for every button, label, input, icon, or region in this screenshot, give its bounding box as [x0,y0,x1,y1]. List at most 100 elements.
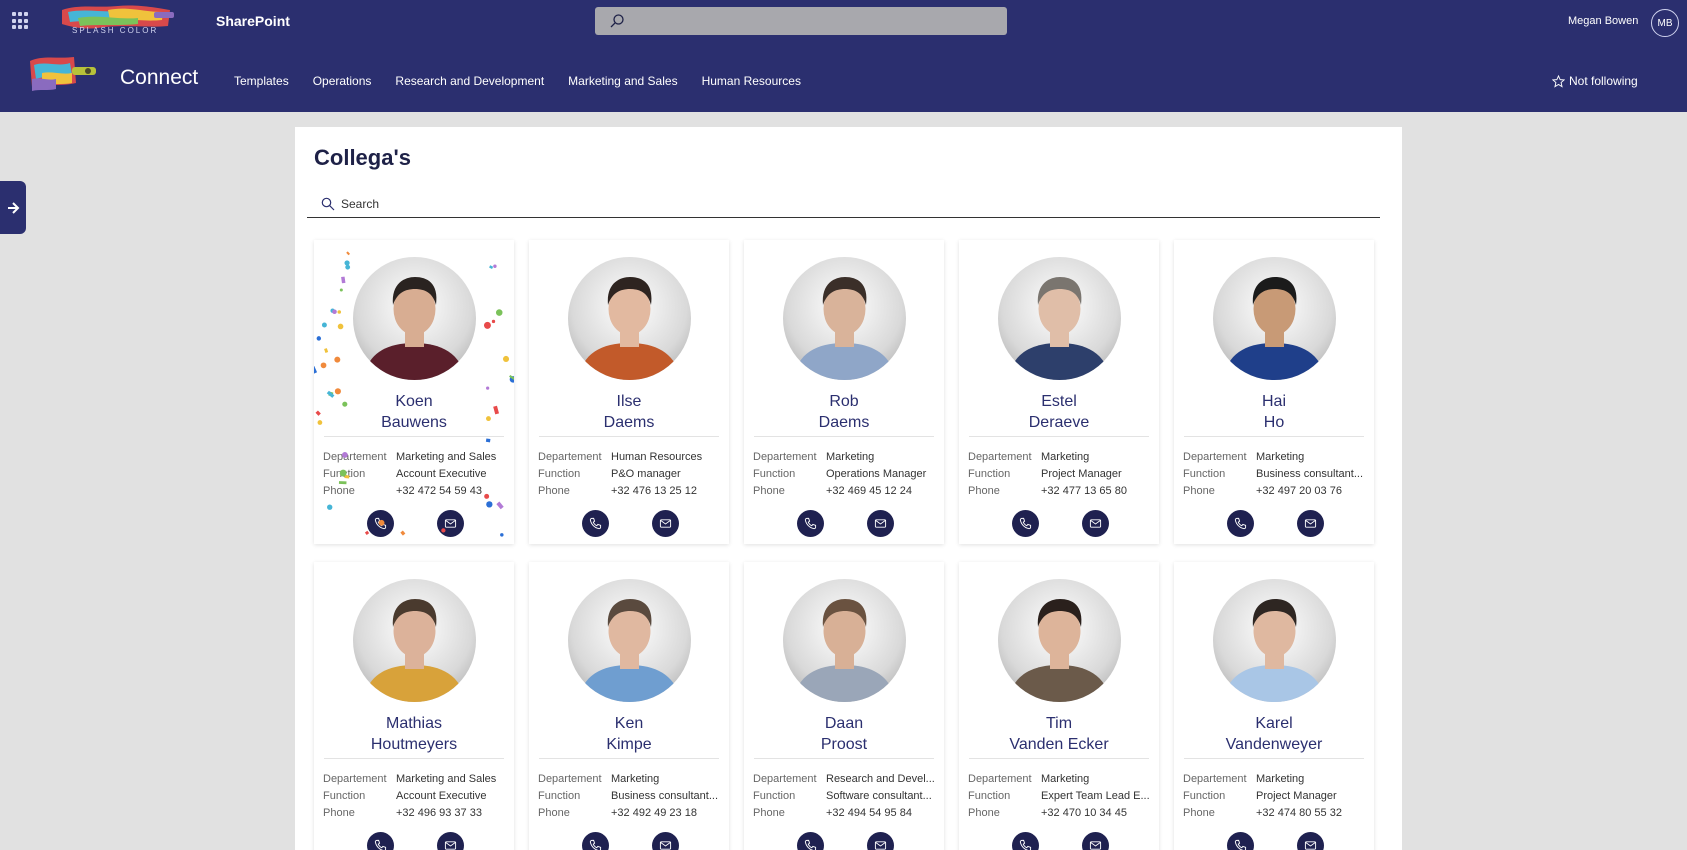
mail-button[interactable] [867,510,894,537]
phone-value: +32 470 10 34 45 [1041,807,1127,819]
user-name[interactable]: Megan Bowen [1568,15,1638,27]
confetti-piece [314,366,318,374]
mail-button[interactable] [1297,510,1324,537]
person-card[interactable]: Koen Bauwens Departement Marketing and S… [314,240,514,544]
person-name[interactable]: Mathias Houtmeyers [314,713,514,755]
person-card[interactable]: Rob Daems Departement Marketing Function… [744,240,944,544]
function-value: Project Manager [1256,790,1337,802]
site-header: Connect Templates Operations Research an… [0,44,1687,112]
nav-item-marketing-and-sales[interactable]: Marketing and Sales [568,74,677,88]
person-properties: Departement Marketing Function Operation… [753,449,939,500]
call-button[interactable] [582,832,609,850]
confetti-piece [345,264,351,270]
global-search-input[interactable] [595,7,1007,35]
person-properties: Departement Marketing Function Expert Te… [968,771,1154,822]
call-button[interactable] [1012,510,1039,537]
phone-icon [1234,839,1247,850]
function-label: Function [1183,790,1226,802]
confetti-piece [502,355,510,363]
phone-label: Phone [968,807,1000,819]
mail-button[interactable] [867,832,894,850]
person-name[interactable]: Rob Daems [744,391,944,433]
mail-button[interactable] [437,832,464,850]
mail-icon [1304,519,1317,528]
phone-value: +32 469 45 12 24 [826,485,912,497]
call-button[interactable] [1012,832,1039,850]
department-label: Departement [753,451,817,463]
site-title[interactable]: Connect [120,66,198,90]
follow-button[interactable]: Not following [1552,74,1638,88]
nav-item-human-resources[interactable]: Human Resources [702,74,801,88]
person-properties: Departement Marketing and Sales Function… [323,771,509,822]
person-card[interactable]: Estel Deraeve Departement Marketing Func… [959,240,1159,544]
person-name[interactable]: Karel Vandenweyer [1174,713,1374,755]
person-first-name: Tim [1045,715,1073,732]
card-actions [1174,510,1374,538]
person-name[interactable]: Daan Proost [744,713,944,755]
person-name[interactable]: Tim Vanden Ecker [959,713,1159,755]
search-icon [610,14,624,28]
person-card[interactable]: Ken Kimpe Departement Marketing Function… [529,562,729,850]
function-label: Function [538,790,581,802]
mail-button[interactable] [1082,832,1109,850]
function-label: Function [323,468,366,480]
arrow-right-icon [8,201,20,214]
app-name[interactable]: SharePoint [216,13,290,29]
function-value: Business consultant... [1256,468,1364,480]
function-label: Function [538,468,581,480]
person-properties: Departement Marketing and Sales Function… [323,449,509,500]
person-photo [998,257,1121,380]
department-value: Marketing [826,451,875,463]
mail-button[interactable] [1297,832,1324,850]
person-name[interactable]: Hai Ho [1174,391,1374,433]
confetti-piece [330,308,335,313]
mail-button[interactable] [652,832,679,850]
person-name[interactable]: Koen Bauwens [314,391,514,433]
call-button[interactable] [1227,832,1254,850]
confetti-piece [496,501,504,510]
person-card[interactable]: Tim Vanden Ecker Departement Marketing F… [959,562,1159,850]
divider [969,436,1149,437]
phone-label: Phone [1183,485,1215,497]
app-launcher-icon[interactable] [12,12,30,30]
confetti-piece [334,356,341,363]
phone-value: +32 496 93 37 33 [396,807,482,819]
person-last-name: Proost [820,736,868,753]
phone-icon [589,517,602,530]
person-first-name: Rob [829,393,859,410]
mail-button[interactable] [652,510,679,537]
call-button[interactable] [582,510,609,537]
user-avatar[interactable]: MB [1651,9,1679,37]
nav-item-research-and-development[interactable]: Research and Development [395,74,544,88]
card-actions [314,832,514,850]
phone-label: Phone [753,485,785,497]
call-button[interactable] [367,510,394,537]
phone-value: +32 477 13 65 80 [1041,485,1127,497]
person-name[interactable]: Ken Kimpe [529,713,729,755]
site-logo[interactable] [28,53,100,95]
divider [969,758,1149,759]
mail-button[interactable] [437,510,464,537]
phone-value: +32 494 54 95 84 [826,807,912,819]
function-value: Operations Manager [826,468,927,480]
people-search-input[interactable] [341,195,1241,213]
call-button[interactable] [367,832,394,850]
call-button[interactable] [1227,510,1254,537]
nav-item-templates[interactable]: Templates [234,74,289,88]
person-card[interactable]: Daan Proost Departement Research and Dev… [744,562,944,850]
person-name[interactable]: Ilse Daems [529,391,729,433]
confetti-piece [316,336,322,341]
call-button[interactable] [797,832,824,850]
call-button[interactable] [797,510,824,537]
nav-item-operations[interactable]: Operations [313,74,372,88]
person-card[interactable]: Mathias Houtmeyers Departement Marketing… [314,562,514,850]
mail-icon [1304,841,1317,850]
person-card[interactable]: Karel Vandenweyer Departement Marketing … [1174,562,1374,850]
person-card[interactable]: Ilse Daems Departement Human Resources F… [529,240,729,544]
person-name[interactable]: Estel Deraeve [959,391,1159,433]
department-value: Human Resources [611,451,703,463]
expand-panel-button[interactable] [0,181,26,234]
mail-button[interactable] [1082,510,1109,537]
card-actions [529,832,729,850]
person-card[interactable]: Hai Ho Departement Marketing Function Bu… [1174,240,1374,544]
